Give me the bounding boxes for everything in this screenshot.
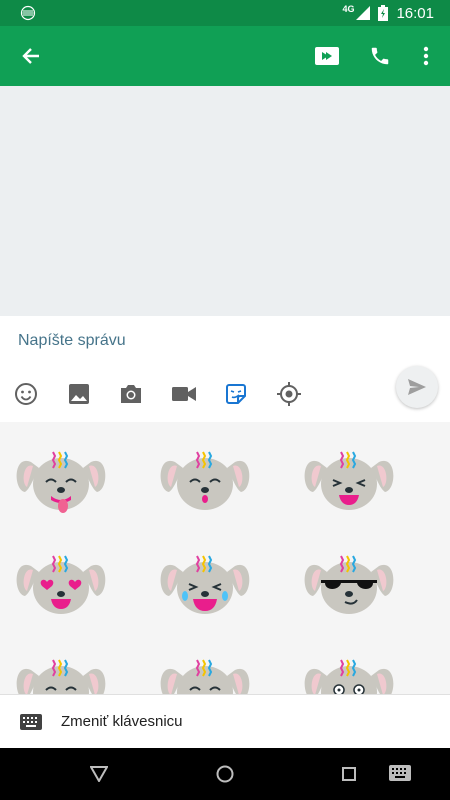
sticker-button[interactable] bbox=[222, 380, 250, 408]
video-button[interactable] bbox=[170, 380, 198, 408]
gallery-button[interactable] bbox=[65, 380, 93, 408]
system-nav-bar bbox=[0, 748, 450, 800]
phone-call-button[interactable] bbox=[364, 40, 396, 72]
network-type: 4G bbox=[342, 4, 355, 14]
message-input[interactable]: Napíšte správu bbox=[18, 332, 126, 350]
clock: 16:01 bbox=[396, 4, 434, 22]
video-call-button[interactable] bbox=[311, 40, 343, 72]
sticker-dog-dizzy[interactable] bbox=[304, 659, 394, 694]
nav-recents-icon[interactable] bbox=[342, 767, 356, 781]
camera-icon bbox=[121, 385, 141, 403]
sticker-dog-heart-eyes[interactable] bbox=[16, 555, 106, 614]
change-keyboard-label: Zmeniť klávesnicu bbox=[61, 713, 183, 730]
sticker-canvas bbox=[16, 451, 394, 694]
emoji-button[interactable] bbox=[12, 380, 40, 408]
signal-icon bbox=[356, 6, 371, 20]
nav-home-icon[interactable] bbox=[216, 765, 234, 783]
sticker-dog-laughing[interactable] bbox=[304, 451, 394, 510]
keyboard-icon bbox=[20, 714, 42, 730]
sticker-icon bbox=[226, 384, 246, 404]
status-bar: 4G 16:01 bbox=[0, 0, 450, 26]
phone-icon bbox=[371, 47, 389, 65]
attachment-toolbar bbox=[0, 374, 450, 414]
change-keyboard-bar[interactable]: Zmeniť klávesnicu bbox=[0, 694, 450, 749]
location-button[interactable] bbox=[275, 380, 303, 408]
sticker-grid bbox=[0, 422, 450, 694]
arrow-back-icon bbox=[22, 48, 39, 64]
more-vert-icon bbox=[423, 46, 429, 66]
nav-keyboard-icon[interactable] bbox=[389, 765, 411, 781]
smiley-icon bbox=[15, 383, 37, 405]
sticker-dog-crying-laughing[interactable] bbox=[160, 555, 250, 614]
sticker-dog-sunglasses[interactable] bbox=[304, 555, 394, 614]
camera-button[interactable] bbox=[117, 380, 145, 408]
send-icon bbox=[408, 379, 426, 395]
videocam-icon bbox=[172, 387, 196, 401]
conversation-area[interactable] bbox=[0, 86, 450, 316]
nav-back-icon[interactable] bbox=[90, 766, 108, 782]
more-options-button[interactable] bbox=[410, 40, 442, 72]
sticker-dog-kiss[interactable] bbox=[16, 659, 106, 694]
sticker-dog-teary[interactable] bbox=[160, 659, 250, 694]
image-icon bbox=[69, 384, 89, 404]
app-bar bbox=[0, 26, 450, 86]
sync-icon bbox=[20, 5, 36, 21]
compose-bar: Napíšte správu bbox=[0, 316, 450, 422]
send-button[interactable] bbox=[396, 366, 438, 408]
location-target-icon bbox=[277, 382, 301, 406]
battery-charging-icon bbox=[378, 5, 389, 21]
back-button[interactable] bbox=[15, 40, 47, 72]
video-camera-icon bbox=[315, 47, 339, 65]
sticker-dog-surprised[interactable] bbox=[160, 451, 250, 510]
sticker-dog-tongue[interactable] bbox=[16, 451, 106, 513]
